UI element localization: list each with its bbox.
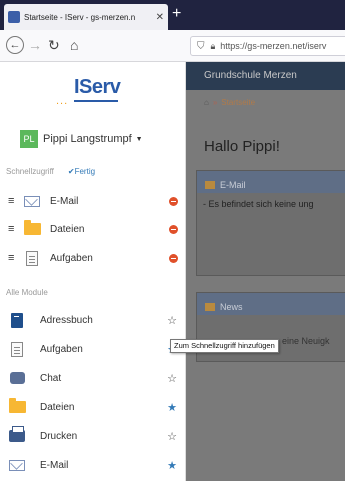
mail-icon — [22, 193, 42, 209]
iserv-logo[interactable]: IServ — [74, 76, 121, 99]
remove-icon[interactable] — [169, 196, 178, 206]
quick-access-item-dateien[interactable]: ≡ Dateien — [8, 219, 178, 239]
address-book-icon — [6, 311, 28, 329]
remove-icon[interactable] — [169, 224, 178, 234]
news-panel-body: eine Neuigk — [282, 336, 330, 346]
user-name: Pippi Langstrumpf — [43, 133, 132, 145]
tab-title: Startseite - IServ - gs-merzen.n — [24, 12, 136, 22]
star-outline-icon[interactable]: ☆ — [166, 372, 178, 385]
module-item-dateien[interactable]: Dateien ★ — [6, 396, 178, 418]
all-modules-heading: Alle Module — [6, 288, 48, 297]
quick-access-item-aufgaben[interactable]: ≡ Aufgaben — [8, 248, 178, 268]
home-icon[interactable]: ⌂ — [70, 37, 78, 53]
tooltip: Zum Schnellzugriff hinzufügen — [170, 339, 279, 353]
browser-tab[interactable]: Startseite - IServ - gs-merzen.n ✕ — [4, 4, 168, 30]
remove-icon[interactable] — [169, 253, 178, 263]
mail-icon — [205, 181, 215, 189]
quick-access-label: Dateien — [50, 223, 85, 235]
module-label: Adressbuch — [40, 314, 93, 326]
star-outline-icon[interactable]: ☆ — [166, 314, 178, 327]
module-label: Chat — [40, 372, 62, 384]
folder-icon — [6, 398, 28, 416]
email-panel-title: E-Mail — [220, 180, 246, 190]
school-name-bar: Grundschule Merzen — [186, 62, 345, 90]
breadcrumb-current[interactable]: Startseite — [221, 98, 255, 107]
quick-access-heading: Schnellzugriff — [6, 167, 54, 176]
url-text[interactable]: https://gs-merzen.net/iserv — [220, 41, 326, 51]
home-icon[interactable]: ⌂ — [204, 98, 209, 107]
user-menu[interactable]: PL Pippi Langstrumpf ▼ — [20, 130, 143, 148]
news-icon — [205, 303, 215, 311]
module-item-aufgaben[interactable]: Aufgaben ★ — [6, 338, 178, 360]
logo-underline — [74, 100, 118, 102]
star-filled-icon[interactable]: ★ — [166, 459, 178, 472]
module-item-chat[interactable]: Chat ☆ — [6, 367, 178, 389]
lock-icon[interactable]: 🔒︎ — [211, 41, 216, 52]
email-panel-header[interactable]: E-Mail — [197, 171, 345, 193]
module-item-email[interactable]: E-Mail ★ — [6, 454, 178, 476]
caret-down-icon: ▼ — [135, 135, 143, 143]
browser-nav-bar: ← → ↻ ⌂ ⛉ 🔒︎ https://gs-merzen.net/iserv — [0, 30, 345, 62]
module-item-drucken[interactable]: Drucken ☆ — [6, 425, 178, 447]
reload-icon[interactable]: ↻ — [48, 37, 60, 53]
news-panel-header[interactable]: News — [197, 293, 345, 315]
star-filled-icon[interactable]: ★ — [166, 401, 178, 414]
iserv-favicon-icon — [8, 11, 20, 23]
tab-close-icon[interactable]: ✕ — [156, 12, 164, 23]
module-item-adressbuch[interactable]: Adressbuch ☆ — [6, 309, 178, 331]
drag-handle-icon[interactable]: ≡ — [8, 224, 18, 235]
forward-arrow-icon[interactable]: → — [28, 37, 42, 53]
url-bar[interactable]: ⛉ 🔒︎ https://gs-merzen.net/iserv — [190, 36, 345, 56]
module-label: E-Mail — [40, 459, 69, 471]
star-outline-icon[interactable]: ☆ — [166, 430, 178, 443]
quick-access-label: E-Mail — [50, 195, 79, 207]
quick-access-done-button[interactable]: ✔Fertig — [68, 167, 95, 176]
new-tab-button[interactable]: + — [172, 6, 181, 22]
main-content: Grundschule Merzen ⌂ » Startseite Hallo … — [186, 62, 345, 481]
quick-access-item-email[interactable]: ≡ E-Mail — [8, 191, 178, 211]
mail-icon — [6, 456, 28, 474]
module-label: Aufgaben — [40, 343, 83, 355]
back-arrow-icon[interactable]: ← — [6, 36, 24, 54]
sidebar: ... IServ PL Pippi Langstrumpf ▼ Schnell… — [0, 62, 186, 481]
module-label: Dateien — [40, 401, 75, 413]
news-panel-title: News — [220, 302, 243, 312]
breadcrumb-separator: » — [212, 98, 218, 107]
breadcrumb: ⌂ » Startseite — [204, 98, 255, 107]
drag-handle-icon[interactable]: ≡ — [8, 196, 18, 207]
module-label: Drucken — [40, 430, 78, 442]
email-panel-body: - Es befindet sich keine ung — [203, 199, 314, 209]
logo-dots: ... — [56, 95, 69, 107]
document-icon — [22, 250, 42, 266]
chat-icon — [6, 369, 28, 387]
browser-tab-bar: Startseite - IServ - gs-merzen.n ✕ + — [0, 0, 345, 30]
folder-icon — [22, 220, 42, 237]
avatar: PL — [20, 130, 38, 148]
quick-access-label: Aufgaben — [50, 252, 93, 264]
page-title: Hallo Pippi! — [204, 138, 280, 155]
email-panel: E-Mail - Es befindet sich keine ung — [196, 170, 345, 276]
document-icon — [6, 340, 28, 358]
drag-handle-icon[interactable]: ≡ — [8, 253, 18, 264]
quick-access-header: Schnellzugriff ✔Fertig — [6, 167, 95, 176]
shield-icon[interactable]: ⛉ — [197, 41, 205, 52]
printer-icon — [6, 426, 28, 445]
